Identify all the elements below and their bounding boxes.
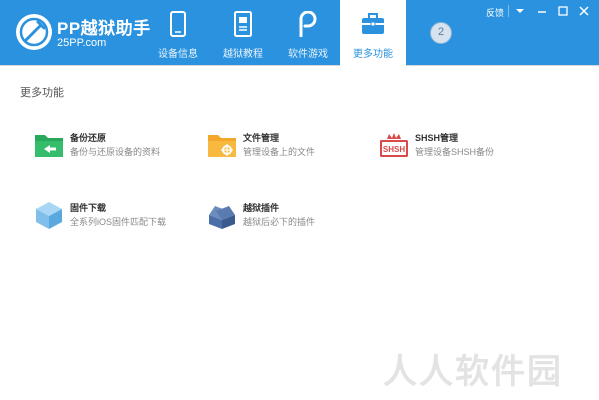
tab-label: 更多功能 — [353, 49, 393, 60]
feature-title: 文件管理 — [243, 133, 280, 143]
firmware-cube-icon — [36, 202, 62, 229]
avatar-number: 2 — [437, 26, 445, 38]
toolbox-icon — [362, 13, 384, 34]
app-title: PP越狱助手 — [57, 19, 151, 38]
book-icon — [234, 11, 252, 37]
jailbreak-plugins-item[interactable]: 越狱插件 越狱后必下的插件 — [207, 200, 377, 240]
file-management-item[interactable]: 文件管理 管理设备上的文件 — [207, 130, 377, 170]
close-icon[interactable] — [576, 3, 592, 19]
plugin-box-icon — [209, 206, 235, 229]
shsh-management-item[interactable]: SHSH SHSH管理 管理设备SHSH备份 — [379, 130, 549, 170]
shsh-icon: SHSH — [380, 133, 408, 157]
shsh-icon-text: SHSH — [383, 145, 405, 154]
window-controls-divider — [508, 5, 509, 17]
firmware-download-item[interactable]: 固件下载 全系列iOS固件匹配下载 — [34, 200, 204, 240]
feature-title: 备份还原 — [70, 133, 107, 143]
backup-restore-item[interactable]: 备份还原 备份与还原设备的资料 — [34, 130, 204, 170]
section-title: 更多功能 — [20, 87, 64, 99]
phone-icon — [170, 11, 186, 37]
app-header: PP越狱助手 25PP.com 设备信息 越狱教程 软件游戏 更多功能 2 反馈 — [0, 0, 599, 66]
user-avatar[interactable]: 2 — [430, 22, 452, 44]
pp-logo-icon — [16, 14, 52, 50]
maximize-icon[interactable] — [555, 3, 571, 19]
feature-title: SHSH管理 — [415, 133, 459, 143]
tab-label: 软件游戏 — [288, 49, 328, 60]
feature-description: 管理设备SHSH备份 — [415, 147, 495, 157]
watermark: 人人软件园 — [383, 353, 563, 391]
feature-description: 越狱后必下的插件 — [243, 217, 316, 227]
feature-description: 备份与还原设备的资料 — [70, 147, 161, 157]
tab-more-features[interactable]: 更多功能 — [340, 0, 406, 66]
tab-jailbreak-tutorial[interactable]: 越狱教程 — [212, 0, 274, 66]
tab-label: 设备信息 — [158, 49, 198, 60]
feedback-link[interactable]: 反馈 — [486, 6, 504, 19]
backup-folder-icon — [35, 135, 63, 157]
tab-label: 越狱教程 — [223, 49, 263, 60]
feature-description: 全系列iOS固件匹配下载 — [70, 217, 167, 227]
feature-title: 固件下载 — [70, 203, 107, 213]
dropdown-menu-icon[interactable] — [512, 3, 528, 19]
minimize-icon[interactable] — [534, 3, 550, 19]
feature-description: 管理设备上的文件 — [243, 147, 316, 157]
file-folder-icon — [208, 135, 236, 157]
tab-software-games[interactable]: 软件游戏 — [277, 0, 339, 66]
pp-app-icon — [299, 11, 317, 37]
feature-title: 越狱插件 — [243, 203, 280, 213]
app-url: 25PP.com — [57, 37, 107, 49]
tab-device-info[interactable]: 设备信息 — [147, 0, 209, 66]
